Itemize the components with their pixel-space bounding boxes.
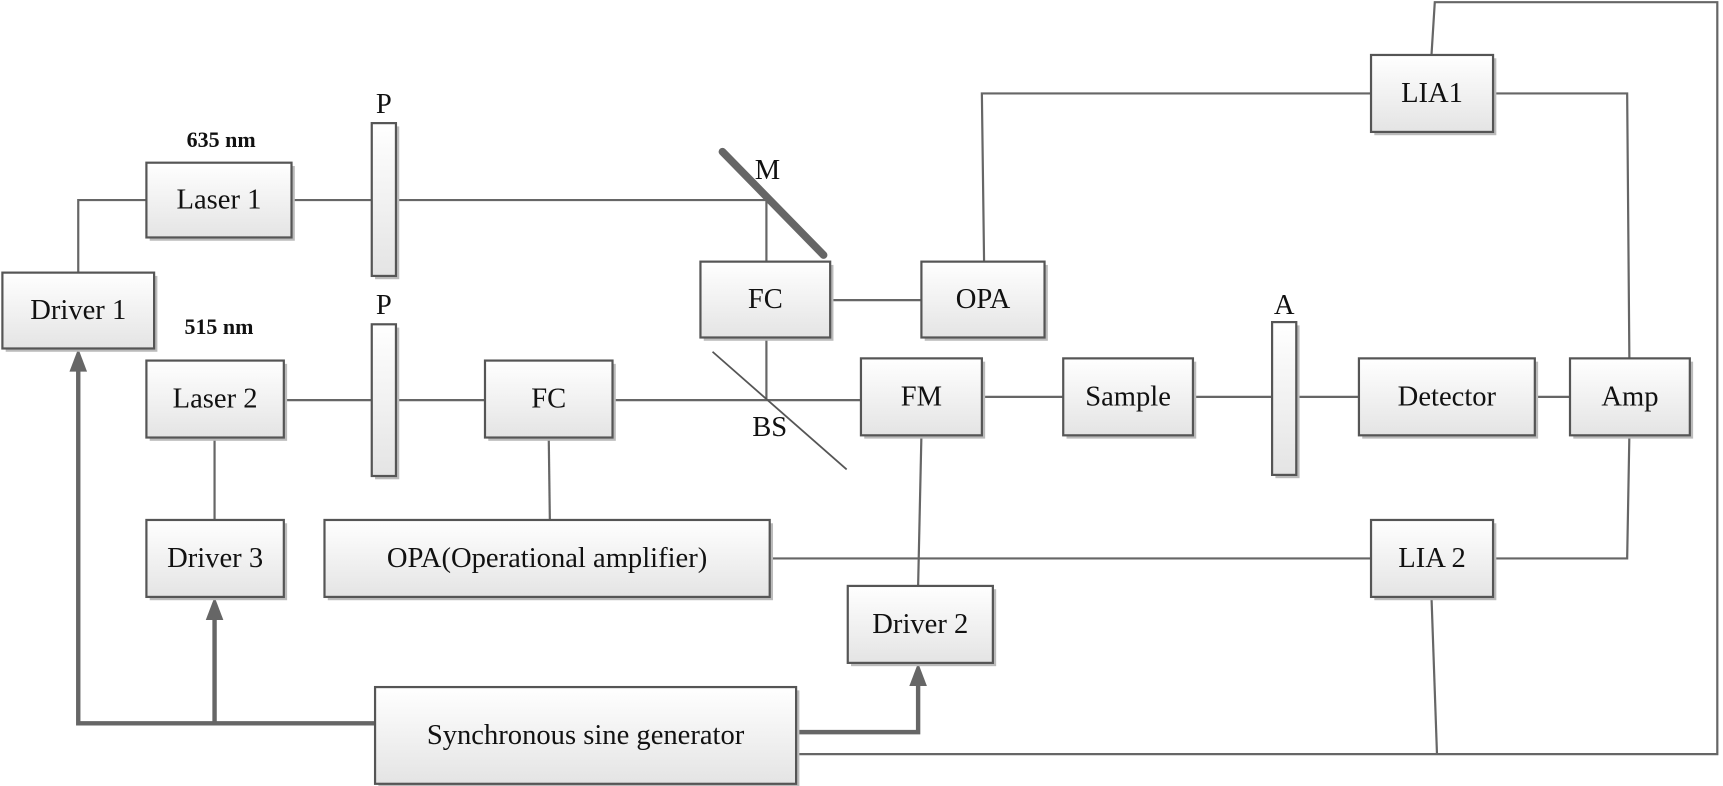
analyzer [1270,320,1298,476]
box-label: Driver 1 [30,295,126,326]
laser1-box: Laser 1 [145,161,295,241]
wavelength-635-label: 635 nm [187,127,256,152]
arrow-up-icon [69,348,88,372]
driver1-laser1-wire [77,198,147,273]
beam-splitter-bs [711,351,848,471]
box-label: Driver 2 [872,609,968,640]
lia1-box: LIA1 [1369,53,1497,136]
box-label: Synchronous sine generator [427,720,745,751]
mirror-label: M [755,155,780,186]
laser2-box: Laser 2 [145,359,288,441]
lia2-reference-wire [1430,596,1439,755]
sine-driver2-wire [796,677,921,735]
synchronous-sine-generator-box: Synchronous sine generator [373,685,800,786]
operational-amplifier-box: OPA(Operational amplifier) [323,518,774,601]
detector-box: Detector [1357,357,1539,439]
arrow-up-icon [909,662,927,686]
lia1-amp-wire [1493,92,1631,359]
box-label: LIA1 [1401,78,1463,109]
wavelength-515-label: 515 nm [184,314,253,339]
driver2-box: Driver 2 [846,584,997,667]
polarizer-lower-label: P [376,290,392,321]
box-label: Driver 3 [167,543,263,574]
box-label: LIA 2 [1398,543,1465,574]
arrow-up-icon [205,596,224,621]
polarizer-lower [370,323,398,478]
amp-lia2-wire [1493,435,1631,560]
box-label: Laser 1 [177,185,262,216]
box-label: FM [901,381,942,412]
component-boxes: Laser 1 Driver 1 Laser 2 Driver 3 OPA(Operat… [1,53,1694,786]
lia2-box: LIA 2 [1369,518,1497,601]
polarizer-upper-label: P [376,89,392,120]
amp-box: Amp [1568,357,1694,439]
box-label: OPA(Operational amplifier) [387,543,707,574]
box-label: Detector [1398,381,1497,412]
driver3-box: Driver 3 [145,518,288,601]
sample-box: Sample [1062,357,1197,439]
fiber-coupler-lower-box: FC [483,359,616,441]
polarizer-upper [370,122,398,278]
box-label: Amp [1601,381,1658,412]
box-label: Sample [1085,381,1171,412]
opa-lia1-wire [980,92,1372,262]
box-label: FC [531,384,566,415]
box-label: FC [748,284,783,315]
fc-opamp-wire [547,437,551,520]
fm-box: FM [859,357,986,439]
fm-driver2-wire [917,435,923,586]
analyzer-label: A [1274,290,1295,321]
box-label: OPA [956,284,1011,315]
driver1-box: Driver 1 [1,271,158,352]
optical-setup-diagram: Laser 1 Driver 1 Laser 2 Driver 3 OPA(Operat… [1,1,1719,786]
fiber-coupler-upper-box: FC [699,260,834,341]
opa-box: OPA [920,260,1048,341]
beam-splitter-label: BS [752,412,787,443]
laser1-beam [291,198,768,262]
box-label: Laser 2 [173,384,258,415]
